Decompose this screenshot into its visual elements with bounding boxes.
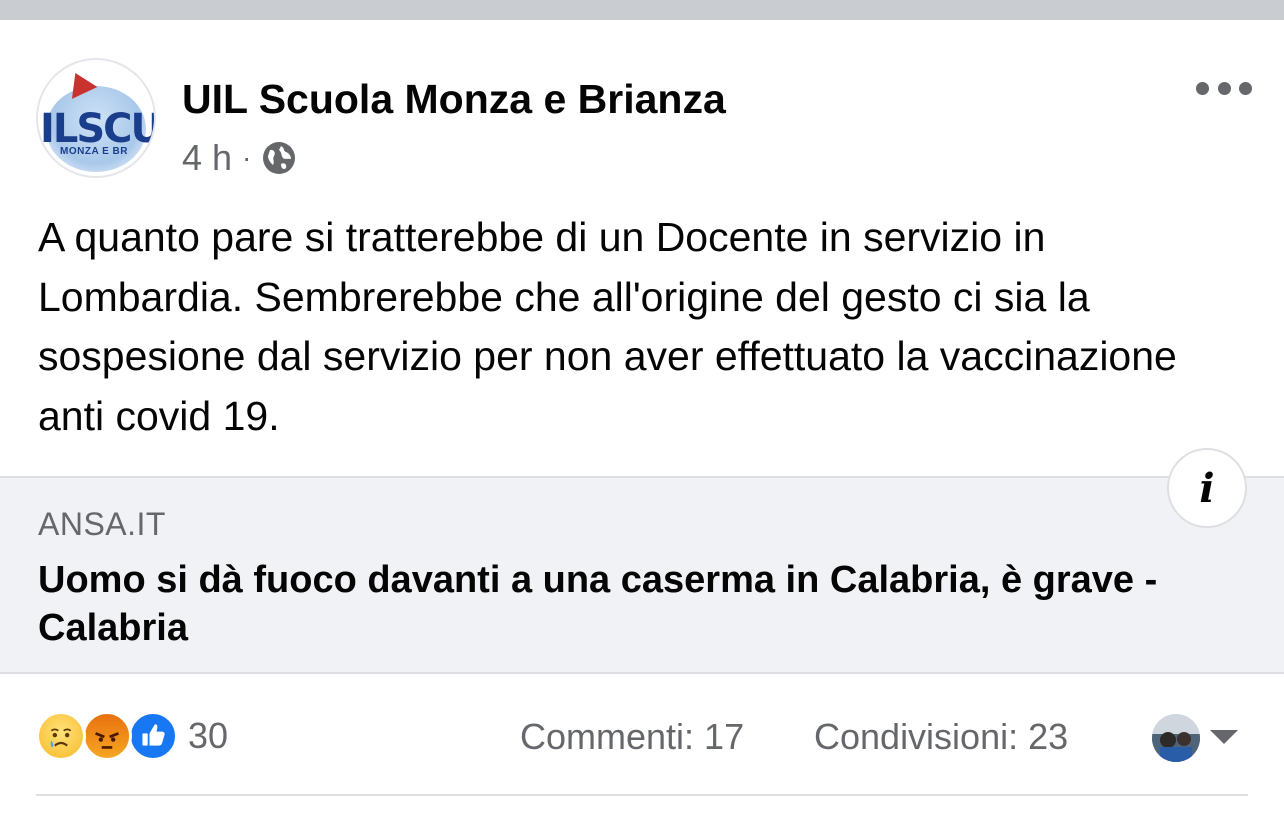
meta-separator: · — [242, 142, 252, 173]
feed-post: ILSCU( MONZA E BR UIL Scuola Monza e Bri… — [0, 20, 1284, 822]
angry-reaction-icon — [82, 711, 132, 761]
reaction-count: 30 — [188, 715, 229, 756]
more-dot — [1217, 81, 1231, 95]
more-dot — [1239, 81, 1252, 95]
page-name-link[interactable]: UIL Scuola Monza e Brianza — [182, 76, 726, 123]
info-icon[interactable]: i — [1167, 448, 1247, 528]
comments-count-link[interactable]: Commenti: 17 — [520, 716, 744, 758]
link-preview-card[interactable]: ANSA.IT Uomo si dà fuoco davanti a una c… — [0, 476, 1284, 674]
post-meta: 4 h · — [182, 137, 297, 179]
link-title[interactable]: Uomo si dà fuoco davanti a una caserma i… — [38, 556, 1258, 652]
like-reaction-icon — [128, 711, 178, 761]
post-timestamp[interactable]: 4 h — [182, 137, 232, 179]
footer-divider — [36, 794, 1248, 796]
reactions-summary[interactable]: 30 — [36, 710, 228, 762]
shares-count-link[interactable]: Condivisioni: 23 — [814, 716, 1068, 758]
feed-separator — [0, 0, 1284, 20]
viewer-avatar[interactable] — [1152, 714, 1200, 762]
post-text: A quanto pare si tratterebbe di un Docen… — [38, 214, 1177, 439]
globe-icon[interactable] — [261, 140, 297, 176]
sad-reaction-icon — [36, 711, 86, 761]
more-horizontal-icon[interactable] — [1196, 76, 1252, 100]
more-dot — [1196, 81, 1209, 95]
page-avatar[interactable]: ILSCU( MONZA E BR — [36, 58, 156, 178]
avatar-logo-subtext: MONZA E BR — [60, 146, 128, 157]
link-domain: ANSA.IT — [38, 506, 166, 542]
caret-down-icon[interactable] — [1210, 730, 1238, 744]
